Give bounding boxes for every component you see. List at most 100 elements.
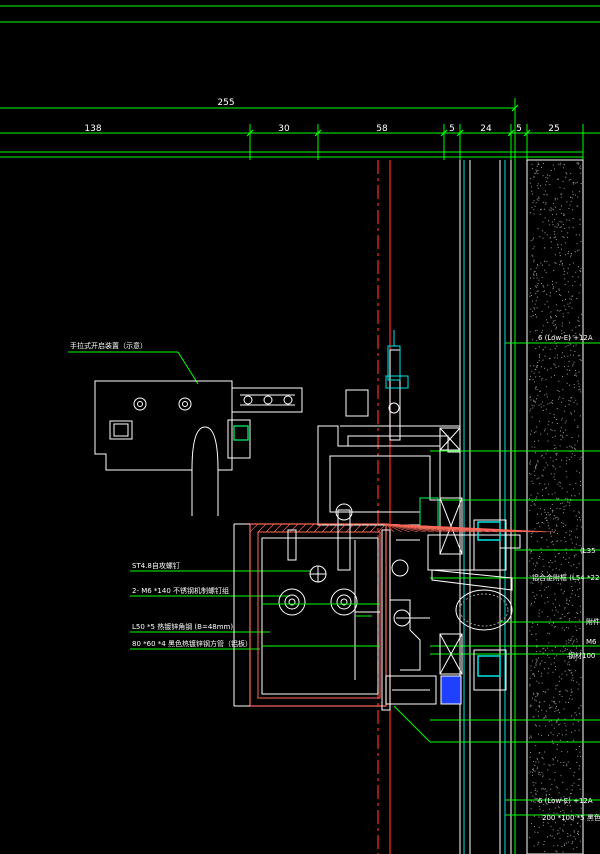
hatch-dot [559, 255, 561, 256]
hatch-dot [573, 564, 575, 566]
hatch-dot [549, 348, 551, 350]
hatch-dot [559, 827, 561, 829]
hatch-dot [564, 422, 566, 424]
hatch-dot [541, 330, 543, 332]
hatch-dot [529, 178, 531, 180]
hatch-dot [580, 611, 582, 613]
hatch-dot [545, 487, 547, 489]
hatch-dot [576, 589, 578, 591]
hatch-dot [557, 718, 559, 720]
hatch-dot [557, 223, 559, 225]
hatch-dot [571, 843, 573, 844]
hatch-dot [569, 484, 571, 486]
hatch-dot [534, 205, 536, 207]
hatch-dot [576, 762, 578, 763]
callout-al-frame: 铝合金附框 (L54 *22 [532, 573, 599, 582]
hatch-dot [565, 627, 567, 628]
hatch-dot [561, 248, 562, 250]
hatch-dot [555, 556, 556, 558]
hatch-dot [535, 202, 537, 204]
hatch-dot [577, 266, 579, 268]
hatch-dot [578, 435, 580, 437]
hatch-dot [546, 301, 548, 303]
hatch-dot [542, 285, 544, 287]
hatch-dot [572, 365, 574, 367]
hatch-dot [575, 594, 576, 596]
hatch-dot [578, 834, 580, 836]
hatch-dot [535, 172, 537, 174]
hatch-dot [570, 446, 572, 448]
hatch-dot [567, 281, 569, 283]
hatch-dot [543, 668, 545, 670]
hatch-dot [569, 354, 571, 356]
hatch-dot [561, 264, 563, 266]
hatch-dot [563, 167, 564, 169]
hatch-dot [541, 611, 543, 613]
hatch-dot [566, 763, 568, 765]
hatch-dot [565, 643, 567, 645]
hatch-dot [573, 510, 575, 512]
hatch-dot [565, 176, 567, 178]
hatch-dot [552, 758, 554, 760]
hatch-dot [549, 237, 551, 239]
hatch-dot [580, 825, 582, 827]
hatch-dot [544, 602, 546, 604]
hatch-dot [571, 197, 573, 199]
hatch-dot [555, 459, 557, 461]
hatch-dot [559, 604, 561, 606]
hatch-dot [542, 349, 544, 351]
hatch-dot [562, 810, 564, 811]
hatch-dot [569, 459, 571, 460]
hatch-dot [559, 209, 561, 210]
hatch-dot [547, 174, 549, 176]
hatch-dot [542, 787, 544, 789]
hatch-dot [570, 201, 572, 202]
hatch-dot [579, 284, 581, 286]
hatch-dot [535, 792, 537, 794]
hatch-dot [570, 196, 572, 198]
hatch-dot [548, 734, 549, 736]
hatch-dot [535, 386, 537, 388]
hatch-dot [553, 324, 555, 326]
hatch-dot [545, 716, 547, 718]
hatch-dot [530, 536, 532, 537]
hatch-dot [560, 439, 562, 441]
hatch-dot [556, 540, 558, 542]
hatch-dot [567, 272, 569, 274]
hatch-dot [571, 585, 573, 587]
hatch-dot [534, 504, 536, 506]
hatch-dot [561, 522, 563, 524]
hatch-dot [569, 298, 571, 300]
hatch-dot [570, 638, 572, 640]
hatch-dot [577, 380, 579, 382]
hatch-dot [542, 758, 544, 760]
hatch-dot [537, 283, 539, 285]
hatch-dot [531, 190, 533, 192]
hatch-dot [550, 367, 552, 369]
hatch-dot [552, 829, 554, 831]
hatch-dot [560, 540, 562, 542]
hatch-dot [552, 569, 554, 571]
hatch-dot [563, 512, 565, 514]
hatch-dot [537, 187, 539, 189]
hatch-dot [554, 807, 556, 809]
hatch-dot [547, 464, 549, 466]
hatch-dot [560, 244, 562, 246]
hatch-dot [558, 481, 560, 483]
hatch-dot [558, 380, 560, 382]
hatch-dot [556, 684, 558, 686]
hatch-dot [565, 689, 567, 691]
hatch-dot [532, 202, 534, 204]
hatch-dot [574, 455, 576, 457]
hatch-dot [550, 473, 552, 475]
hatch-dot [562, 398, 564, 400]
hatch-dot [560, 589, 562, 591]
hatch-dot [542, 774, 544, 776]
hatch-dot [537, 695, 538, 697]
hatch-dot [533, 784, 535, 786]
hatch-dot [529, 575, 531, 577]
hatch-dot [574, 281, 576, 283]
hatch-dot [540, 262, 542, 264]
hatch-dot [572, 674, 573, 676]
hatch-dot [529, 560, 531, 562]
